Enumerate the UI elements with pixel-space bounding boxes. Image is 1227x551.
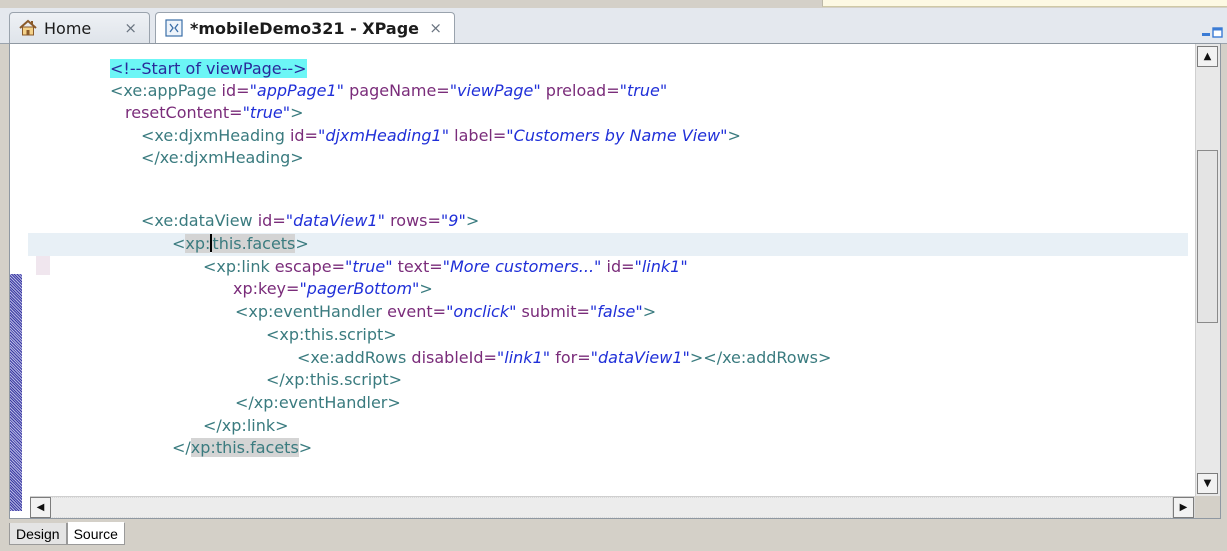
- source-editor[interactable]: <!--Start of viewPage--> <xe:appPage id=…: [9, 43, 1221, 519]
- close-icon[interactable]: ×: [124, 19, 137, 37]
- code-value: "link1": [634, 257, 688, 276]
- code-value: "true": [345, 257, 393, 276]
- code-tag: <xe:appPage: [110, 81, 217, 100]
- code-value: "viewPage": [449, 81, 541, 100]
- code-line: <xp:eventHandler event="onclick" submit=…: [235, 301, 656, 323]
- tab-source[interactable]: Source: [66, 522, 125, 545]
- code-tag: <xe:djxmHeading: [141, 126, 285, 145]
- code-attr: id=: [601, 257, 635, 276]
- close-icon[interactable]: ×: [429, 19, 442, 37]
- code-comment: <!--Start of viewPage-->: [110, 59, 307, 78]
- code-value: "More customers...": [442, 257, 602, 276]
- scroll-down-button[interactable]: ▼: [1197, 473, 1218, 494]
- code-value: "Customers by Name View": [506, 126, 728, 145]
- code-value: "9": [440, 211, 466, 230]
- code-value: "djxmHeading1": [317, 126, 450, 145]
- code-tag: </xp:this.script>: [266, 370, 403, 389]
- code-line: </xp:link>: [203, 415, 289, 437]
- tab-label: Home: [44, 18, 92, 38]
- tab-label: *mobileDemo321 - XPage: [190, 18, 420, 38]
- code-value: "dataView1": [285, 211, 385, 230]
- code-attr: id=: [284, 126, 318, 145]
- code-attr: resetContent=: [125, 103, 243, 122]
- scroll-up-button[interactable]: ▲: [1197, 46, 1218, 67]
- code-line: <!--Start of viewPage-->: [110, 58, 307, 80]
- code-tag: </xp:link>: [203, 416, 289, 435]
- code-attr: submit=: [516, 302, 590, 321]
- code-tag: </: [172, 438, 191, 457]
- code-attr: xp:key=: [233, 279, 300, 298]
- code-tag: >: [465, 211, 480, 230]
- code-attr: preload=: [540, 81, 620, 100]
- code-line: <xe:djxmHeading id="djxmHeading1" label=…: [141, 125, 741, 147]
- code-tag-highlight: xp:this.facets: [190, 438, 299, 457]
- code-attr: text=: [392, 257, 443, 276]
- code-line: </xp:this.script>: [266, 369, 402, 391]
- code-value: "true": [619, 81, 668, 100]
- code-tag-highlight: this.facets: [212, 234, 296, 253]
- code-tag: <xp:link: [203, 257, 270, 276]
- code-value: "appPage1": [249, 81, 345, 100]
- code-tag: >: [727, 126, 741, 145]
- code-attr: id=: [252, 211, 286, 230]
- tab-xpage[interactable]: *mobileDemo321 - XPage ×: [155, 12, 455, 43]
- code-line: <xe:addRows disableId="link1" for="dataV…: [297, 347, 831, 369]
- code-tag: >: [295, 234, 309, 253]
- code-tag: >: [290, 103, 304, 122]
- vertical-scrollbar[interactable]: ▲ ▼: [1195, 44, 1220, 496]
- code-tag: <xe:dataView: [141, 211, 253, 230]
- code-line: </xp:this.facets>: [172, 437, 312, 459]
- home-icon: [18, 18, 38, 38]
- code-tag: <: [172, 234, 186, 253]
- code-value: "pagerBottom": [299, 279, 420, 298]
- code-value: "dataView1": [590, 348, 690, 367]
- code-line: </xp:eventHandler>: [235, 392, 401, 414]
- code-line: <xp:link escape="true" text="More custom…: [203, 256, 688, 278]
- code-tag: ></xe:addRows>: [689, 348, 832, 367]
- minimize-maximize-icon[interactable]: [1201, 24, 1223, 38]
- code-line: <xe:dataView id="dataView1" rows="9">: [141, 210, 479, 232]
- adjacent-panel-edge: [822, 0, 1227, 7]
- editor-tab-strip: Home × *mobileDemo321 - XPage ×: [0, 8, 1227, 44]
- code-tag: >: [419, 279, 433, 298]
- code-value: "link1": [496, 348, 551, 367]
- code-line: <xp:this.script>: [266, 324, 397, 346]
- code-tag: <xp:eventHandler: [235, 302, 382, 321]
- code-value: "onclick": [446, 302, 517, 321]
- code-line: <xe:appPage id="appPage1" pageName="view…: [110, 80, 667, 102]
- code-tag: <xp:this.script>: [266, 325, 397, 344]
- scroll-right-button[interactable]: ▶: [1173, 497, 1194, 518]
- tab-home[interactable]: Home ×: [9, 12, 150, 43]
- code-tag: <xe:addRows: [297, 348, 407, 367]
- scroll-left-button[interactable]: ◀: [30, 497, 51, 518]
- code-line: </xe:djxmHeading>: [141, 147, 304, 169]
- horizontal-scroll-thumb[interactable]: [52, 498, 1172, 517]
- horizontal-scrollbar[interactable]: ◀ ▶: [30, 496, 1196, 518]
- code-tag: >: [298, 438, 313, 457]
- code-value: "true": [242, 103, 291, 122]
- xpage-icon: [164, 18, 184, 38]
- code-tag: </xe:djxmHeading>: [141, 148, 304, 167]
- code-area[interactable]: <!--Start of viewPage--> <xe:appPage id=…: [30, 44, 1190, 496]
- code-tag: >: [642, 302, 657, 321]
- vertical-scroll-thumb[interactable]: [1197, 150, 1218, 323]
- tab-design[interactable]: Design: [9, 523, 67, 545]
- editor-mode-tabs: Design Source: [9, 522, 125, 547]
- code-value: "false": [589, 302, 643, 321]
- code-line: resetContent="true">: [125, 102, 304, 124]
- code-attr: pageName=: [344, 81, 450, 100]
- code-attr: id=: [216, 81, 250, 100]
- code-attr: disableId=: [406, 348, 497, 367]
- code-attr: rows=: [384, 211, 441, 230]
- code-attr: escape=: [269, 257, 345, 276]
- code-attr: label=: [449, 126, 507, 145]
- code-tag: </xp:eventHandler>: [235, 393, 401, 412]
- code-line: xp:key="pagerBottom">: [233, 278, 433, 300]
- code-attr: for=: [550, 348, 591, 367]
- scroll-corner: [1195, 496, 1220, 518]
- code-attr: event=: [382, 302, 447, 321]
- change-ruler: [10, 274, 22, 511]
- code-line-current: <xp: this.facets>: [172, 233, 309, 255]
- code-tag-highlight: xp:: [185, 234, 211, 253]
